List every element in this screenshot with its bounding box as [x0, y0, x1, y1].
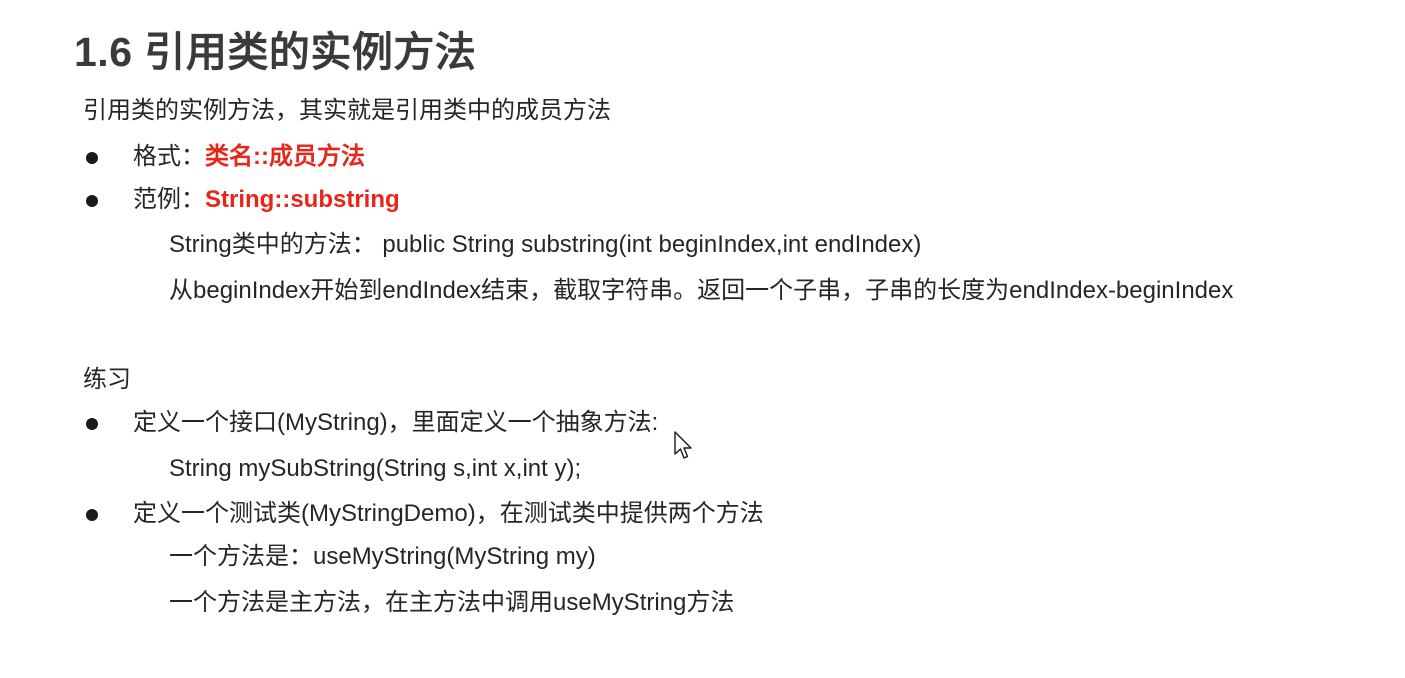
bullet-icon — [86, 418, 98, 430]
format-value: 类名::成员方法 — [205, 143, 365, 170]
practice-item-interface: 定义一个接口(MyString)，里面定义一个抽象方法: — [133, 409, 659, 436]
practice-item-interface-method: String mySubString(String s,int x,int y)… — [169, 455, 582, 482]
bullet-icon — [86, 195, 98, 207]
example-method-description: 从beginIndex开始到endIndex结束，截取字符串。返回一个子串，子串… — [169, 277, 1234, 304]
practice-item-test-class: 定义一个测试类(MyStringDemo)，在测试类中提供两个方法 — [133, 500, 764, 527]
bullet-icon — [86, 509, 98, 521]
format-label: 格式： — [133, 143, 205, 170]
example-line: 范例：String::substring — [133, 185, 400, 215]
practice-item-method-one: 一个方法是：useMyString(MyString my) — [169, 543, 596, 570]
example-method-signature: String类中的方法： public String substring(int… — [169, 231, 922, 258]
page-title: 1.6 引用类的实例方法 — [74, 29, 477, 75]
format-line: 格式：类名::成员方法 — [133, 142, 365, 172]
intro-text: 引用类的实例方法，其实就是引用类中的成员方法 — [83, 97, 611, 124]
mouse-pointer-icon — [674, 431, 692, 459]
example-value: String::substring — [205, 186, 400, 213]
practice-heading: 练习 — [83, 366, 131, 393]
example-label: 范例： — [133, 186, 205, 213]
bullet-icon — [86, 152, 98, 164]
slide: 1.6 引用类的实例方法 引用类的实例方法，其实就是引用类中的成员方法 格式：类… — [0, 0, 1405, 678]
practice-item-method-main: 一个方法是主方法，在主方法中调用useMyString方法 — [169, 589, 735, 616]
